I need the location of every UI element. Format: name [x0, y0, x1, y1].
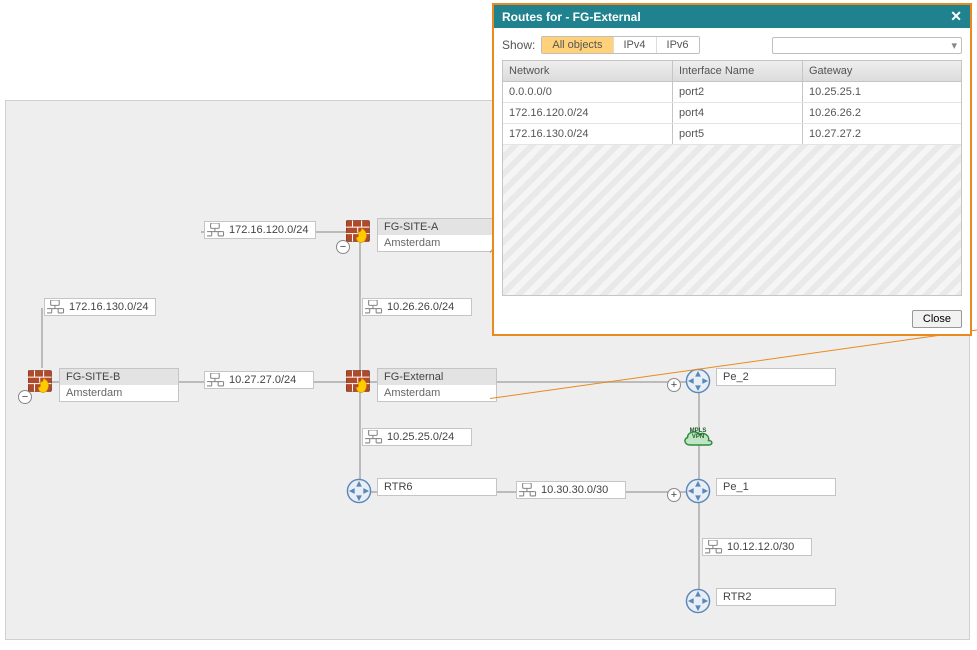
net-172-16-130[interactable]: 172.16.130.0/24	[44, 298, 156, 316]
cloud-label-2: VPN	[692, 434, 704, 440]
filter-ipv6[interactable]: IPv6	[657, 37, 699, 53]
node-title: RTR2	[717, 589, 835, 605]
dialog-title: Routes for - FG-External	[502, 10, 641, 24]
cell-network: 172.16.120.0/24	[503, 103, 673, 123]
cell-interface: port4	[673, 103, 803, 123]
node-title: Pe_2	[717, 369, 835, 385]
filter-row: Show: All objects IPv4 IPv6 ▾	[502, 36, 962, 54]
table-empty-area	[503, 145, 961, 295]
routes-dialog: Routes for - FG-External ✕ Show: All obj…	[492, 3, 972, 336]
net-10-27-27[interactable]: 10.27.27.0/24	[204, 371, 314, 389]
cell-gateway: 10.26.26.2	[803, 103, 961, 123]
net-label: 10.12.12.0/30	[727, 541, 794, 553]
table-row[interactable]: 172.16.120.0/24 port4 10.26.26.2	[503, 103, 961, 124]
cell-interface: port2	[673, 82, 803, 102]
net-label: 10.26.26.0/24	[387, 301, 454, 313]
router-icon: +	[685, 478, 711, 504]
router-icon	[346, 478, 372, 504]
node-subtitle: Amsterdam	[378, 235, 496, 251]
net-10-30-30[interactable]: 10.30.30.0/30	[516, 481, 626, 499]
dialog-titlebar[interactable]: Routes for - FG-External ✕	[494, 5, 970, 28]
col-interface[interactable]: Interface Name	[673, 61, 803, 81]
table-header: Network Interface Name Gateway	[503, 61, 961, 82]
net-label: 10.25.25.0/24	[387, 431, 454, 443]
node-title: Pe_1	[717, 479, 835, 495]
firewall-icon: −	[28, 368, 54, 394]
router-icon	[685, 588, 711, 614]
col-network[interactable]: Network	[503, 61, 673, 81]
filter-all-objects[interactable]: All objects	[542, 37, 613, 53]
cell-gateway: 10.27.27.2	[803, 124, 961, 144]
net-10-25-25[interactable]: 10.25.25.0/24	[362, 428, 472, 446]
search-wrap: ▾	[772, 37, 962, 54]
collapse-badge[interactable]: −	[336, 240, 350, 254]
close-icon[interactable]: ✕	[950, 8, 962, 25]
node-subtitle: Amsterdam	[378, 385, 496, 401]
net-172-16-120[interactable]: 172.16.120.0/24	[204, 221, 316, 239]
firewall-icon	[346, 368, 372, 394]
node-title: FG-External	[378, 369, 496, 385]
net-label: 10.27.27.0/24	[229, 374, 296, 386]
net-10-26-26[interactable]: 10.26.26.0/24	[362, 298, 472, 316]
node-title: FG-SITE-B	[60, 369, 178, 385]
table-row[interactable]: 172.16.130.0/24 port5 10.27.27.2	[503, 124, 961, 145]
cell-gateway: 10.25.25.1	[803, 82, 961, 102]
filter-ipv4[interactable]: IPv4	[614, 37, 657, 53]
col-gateway[interactable]: Gateway	[803, 61, 961, 81]
net-10-12-12[interactable]: 10.12.12.0/30	[702, 538, 812, 556]
cell-network: 0.0.0.0/0	[503, 82, 673, 102]
routes-table: Network Interface Name Gateway 0.0.0.0/0…	[502, 60, 962, 296]
net-label: 172.16.130.0/24	[69, 301, 149, 313]
cell-network: 172.16.130.0/24	[503, 124, 673, 144]
search-input[interactable]	[791, 39, 951, 51]
node-title: FG-SITE-A	[378, 219, 496, 235]
cloud-icon: MPLS VPN	[681, 424, 715, 448]
expand-badge[interactable]: +	[667, 488, 681, 502]
node-subtitle: Amsterdam	[60, 385, 178, 401]
close-button[interactable]: Close	[912, 310, 962, 328]
filter-segmented: All objects IPv4 IPv6	[541, 36, 699, 54]
collapse-badge[interactable]: −	[18, 390, 32, 404]
table-row[interactable]: 0.0.0.0/0 port2 10.25.25.1	[503, 82, 961, 103]
filter-icon[interactable]: ▾	[951, 39, 957, 52]
node-title: RTR6	[378, 479, 496, 495]
router-icon: +	[685, 368, 711, 394]
firewall-icon: −	[346, 218, 372, 244]
net-label: 10.30.30.0/30	[541, 484, 608, 496]
cell-interface: port5	[673, 124, 803, 144]
net-label: 172.16.120.0/24	[229, 224, 309, 236]
show-label: Show:	[502, 38, 535, 52]
expand-badge[interactable]: +	[667, 378, 681, 392]
